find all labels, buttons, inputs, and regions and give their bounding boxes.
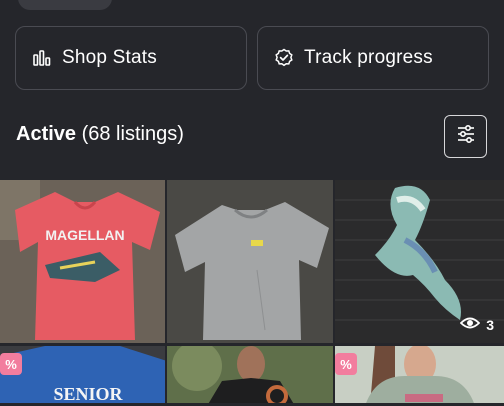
shirt-print-text: SENIOR xyxy=(53,384,123,404)
listing-photo xyxy=(167,180,333,343)
active-label: Active xyxy=(16,123,77,145)
badge-check-icon xyxy=(274,48,294,68)
views-counter: 3 xyxy=(459,316,494,333)
shop-stats-button[interactable]: Shop Stats xyxy=(15,26,247,90)
bar-chart-icon xyxy=(32,48,52,68)
listing-photo xyxy=(167,346,333,403)
eye-icon xyxy=(459,316,481,333)
sliders-icon xyxy=(456,124,476,149)
sale-badge: % xyxy=(0,353,22,375)
listing-item[interactable]: % xyxy=(335,346,504,406)
listing-item[interactable]: 3 xyxy=(335,180,504,346)
filter-button[interactable] xyxy=(444,115,487,158)
shirt-print-text: MAGELLAN xyxy=(45,227,124,243)
listing-photo: MAGELLAN xyxy=(0,180,165,343)
listings-grid: MAGELLAN 3 SENIOR % % xyxy=(0,180,504,406)
views-count: 3 xyxy=(486,316,494,333)
listing-photo xyxy=(335,346,504,403)
listing-item[interactable]: MAGELLAN xyxy=(0,180,167,346)
listings-count: (68 listings) xyxy=(81,123,184,145)
shop-stats-label: Shop Stats xyxy=(62,47,157,68)
active-listings-heading: Active (68 listings) xyxy=(16,123,184,146)
listing-item[interactable] xyxy=(167,180,335,346)
listing-item[interactable] xyxy=(167,346,335,406)
listing-item[interactable]: SENIOR % xyxy=(0,346,167,406)
sale-badge: % xyxy=(335,353,357,375)
track-progress-button[interactable]: Track progress xyxy=(257,26,489,90)
top-pill[interactable] xyxy=(18,0,112,10)
listing-photo: SENIOR xyxy=(0,346,165,404)
track-progress-label: Track progress xyxy=(304,47,433,68)
